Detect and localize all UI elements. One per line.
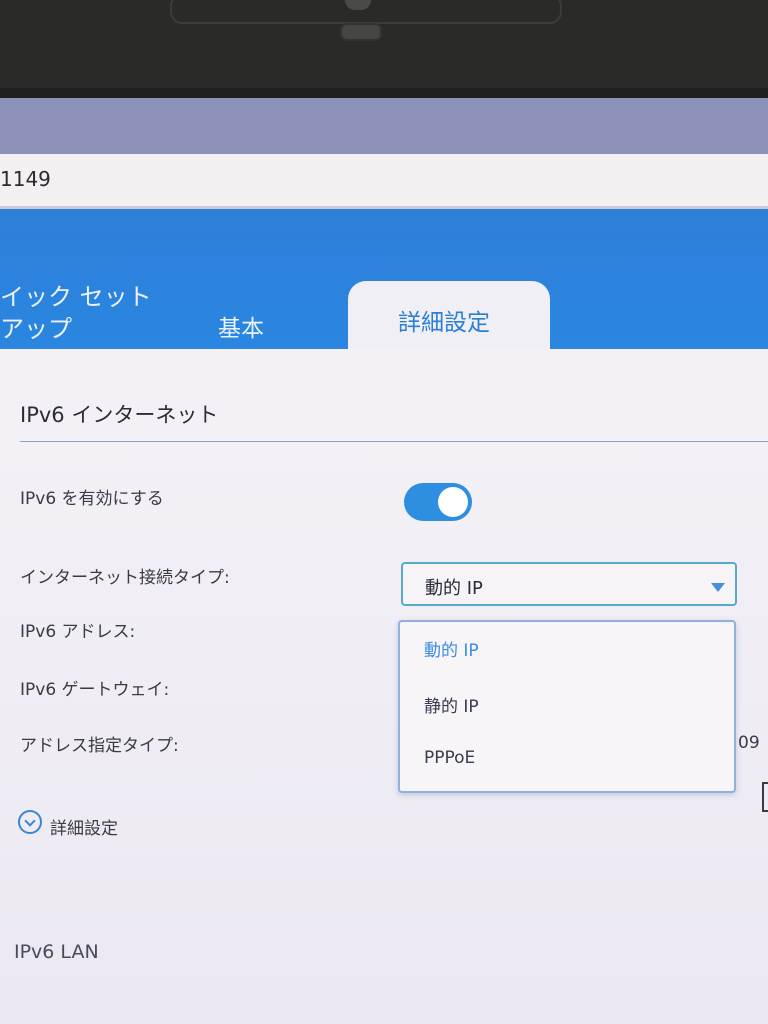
enable-ipv6-label: IPv6 を有効にする (20, 489, 164, 509)
tab-advanced[interactable]: 詳細設定 (348, 281, 550, 351)
ipv6-address-value-peek: 09 (738, 733, 760, 753)
tab-basic[interactable]: 基本 (218, 309, 264, 343)
screen: 1149 イック セット アップ 基本 詳細設定 IPv6 インターネット IP… (0, 98, 768, 1024)
section-title: IPv6 インターネット (20, 403, 219, 427)
device-bezel (0, 0, 768, 98)
tab-advanced-label: 詳細設定 (398, 310, 490, 336)
dropdown-option-static-ip[interactable]: 静的 IP (424, 692, 479, 717)
tab-quick-setup[interactable]: イック セット アップ (0, 281, 152, 345)
connection-type-value: 動的 IP (425, 578, 483, 599)
bezel-edge (0, 88, 768, 98)
ipv6-address-label: IPv6 アドレス: (20, 622, 136, 642)
connection-type-dropdown: 動的 IP 静的 IP PPPoE (398, 620, 736, 793)
dropdown-option-dynamic-ip[interactable]: 動的 IP (424, 636, 479, 661)
chevron-circle-down-icon[interactable] (18, 810, 42, 834)
main-content: IPv6 インターネット IPv6 を有効にする インターネット接続タイプ: 動… (0, 349, 768, 1024)
enable-ipv6-toggle[interactable] (404, 483, 472, 521)
address-assign-label: アドレス指定タイプ: (20, 736, 179, 756)
address-bar[interactable]: 1149 (0, 154, 768, 209)
dropdown-option-pppoe[interactable]: PPPoE (424, 748, 475, 768)
ipv6-lan-title: IPv6 LAN (14, 941, 99, 963)
ipv6-gateway-label: IPv6 ゲートウェイ: (20, 680, 170, 700)
gateway-field-edge (762, 782, 768, 812)
address-text[interactable]: 1149 (0, 167, 51, 191)
browser-toolbar (0, 98, 768, 154)
chevron-down-icon (711, 583, 725, 592)
connection-type-select[interactable]: 動的 IP (401, 562, 737, 606)
section-divider (20, 441, 768, 442)
toggle-knob (438, 487, 468, 517)
advanced-settings-toggle[interactable]: 詳細設定 (50, 814, 118, 839)
proximity-sensor (340, 23, 382, 41)
connection-type-label: インターネット接続タイプ: (20, 568, 230, 588)
